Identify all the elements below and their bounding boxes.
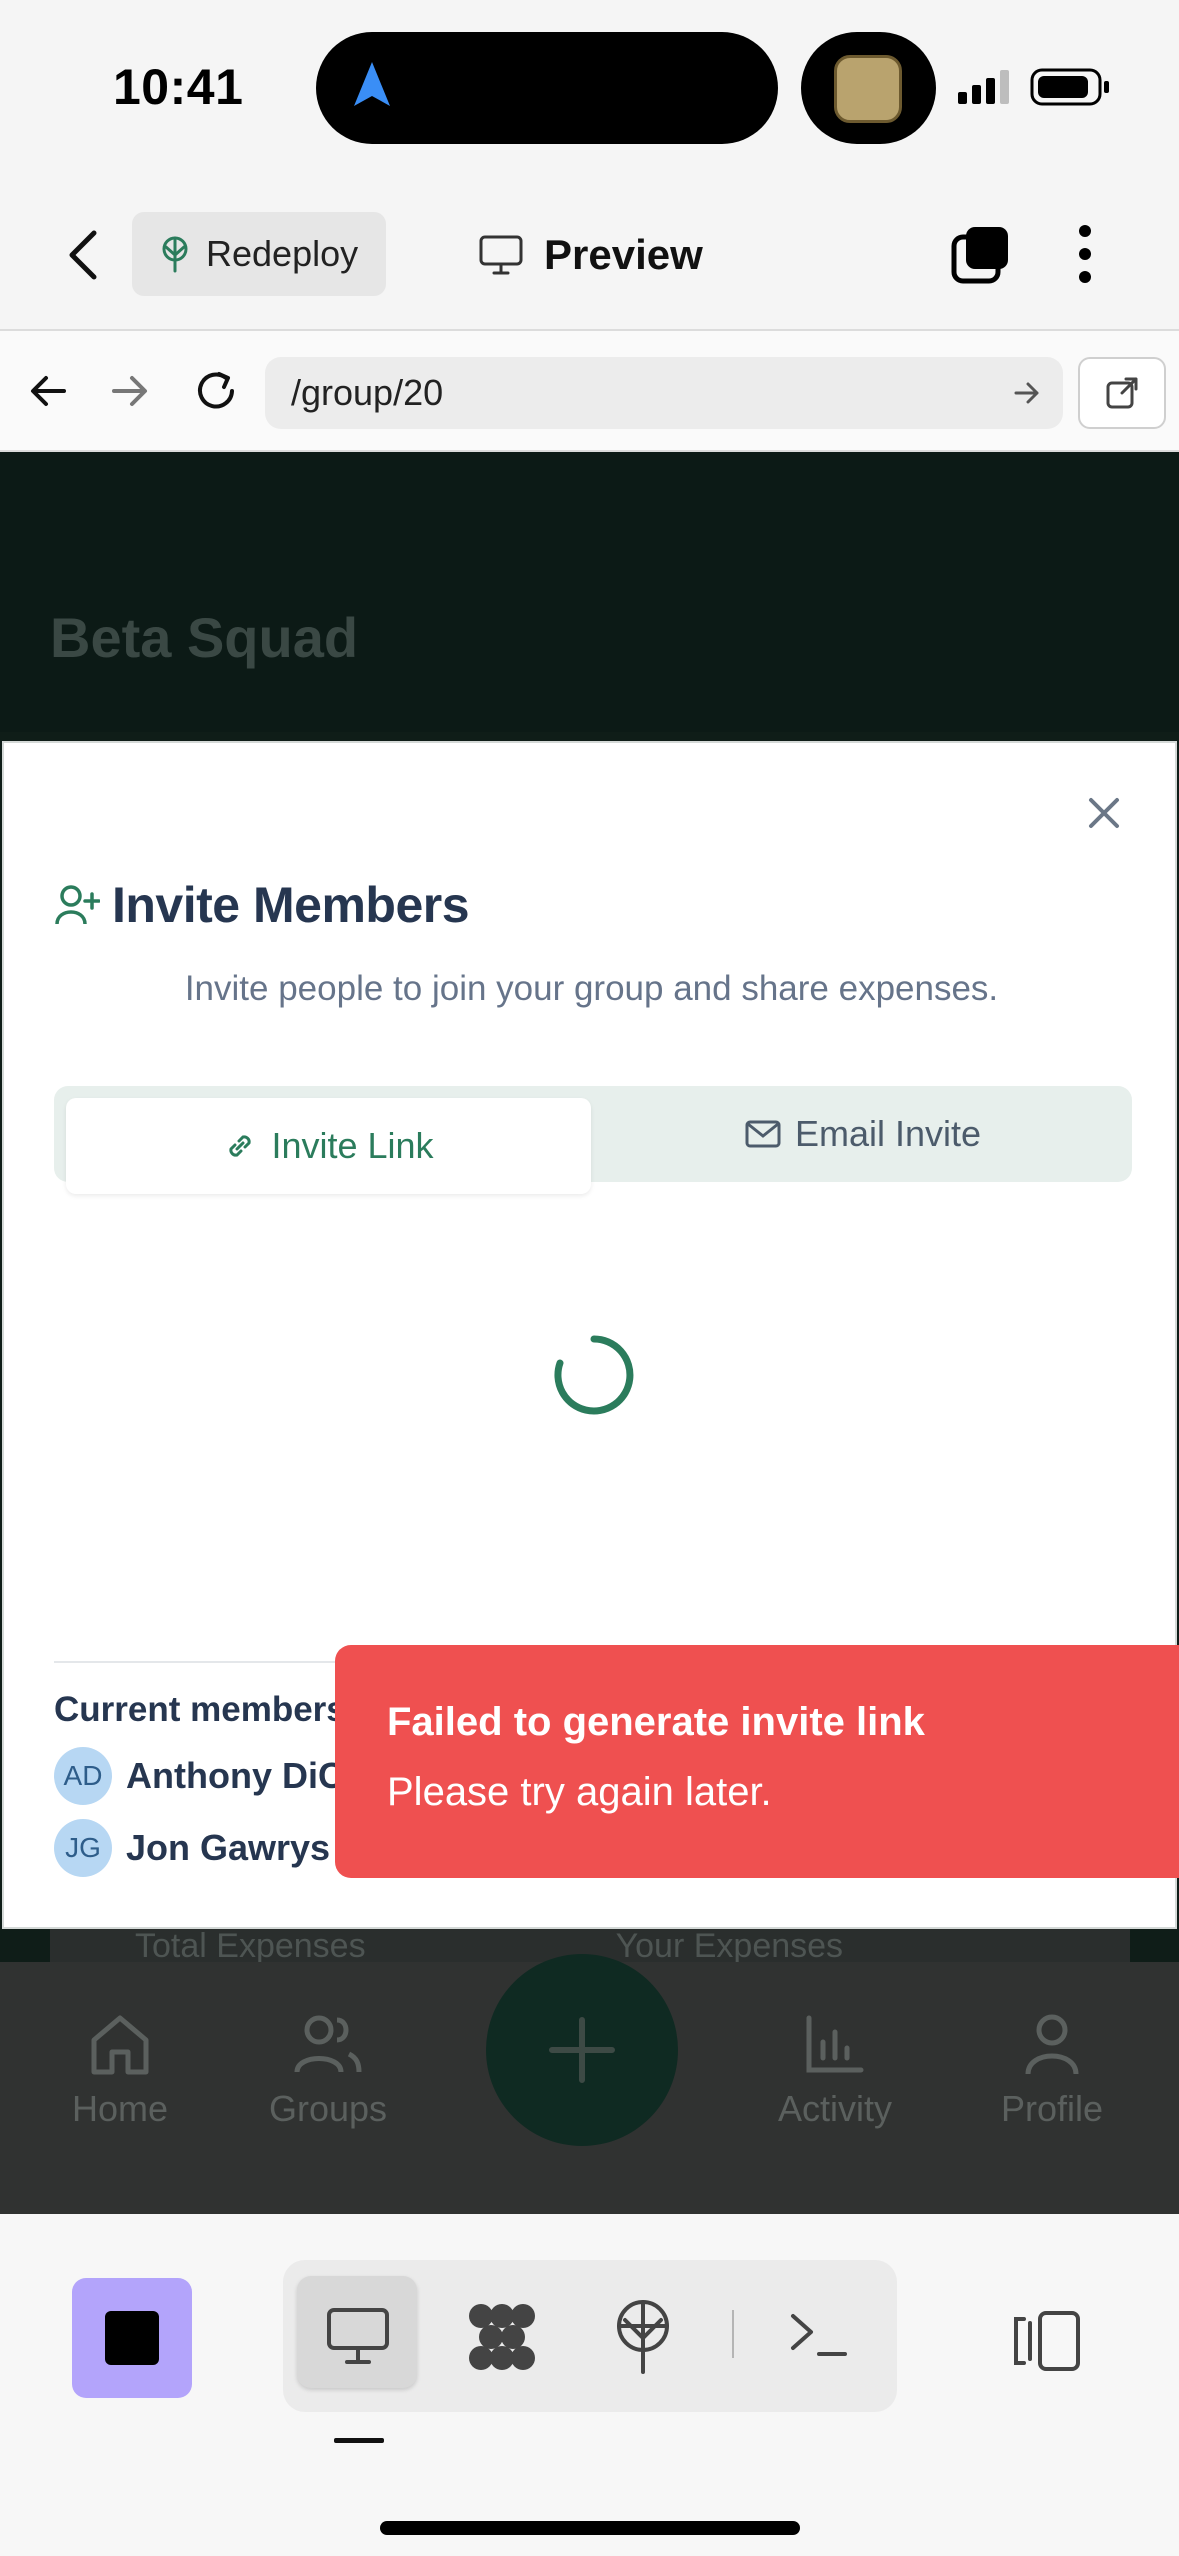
loading-spinner-icon (554, 1335, 634, 1415)
redeploy-button[interactable]: Redeploy (132, 212, 386, 296)
close-icon[interactable] (1086, 795, 1122, 831)
modal-header: Invite Members (54, 876, 470, 934)
url-text: /group/20 (291, 372, 444, 413)
avatar: JG (54, 1819, 112, 1877)
groups-icon (294, 2015, 362, 2073)
home-indicator (380, 2521, 800, 2535)
avatar: AD (54, 1747, 112, 1805)
more-options-icon[interactable] (1070, 223, 1100, 285)
nav-activity-label: Activity (777, 2088, 892, 2129)
modal-title: Invite Members (112, 877, 470, 933)
tool-separator (732, 2310, 734, 2358)
bottom-toolbar (0, 2214, 1179, 2556)
active-tool-indicator (334, 2438, 384, 2443)
battery-icon (1030, 68, 1109, 106)
redeploy-label: Redeploy (206, 233, 359, 274)
signal-icon (958, 70, 1009, 104)
external-link-icon (1106, 377, 1138, 409)
nav-profile[interactable]: Profile (962, 2012, 1142, 2130)
monitor-icon (479, 235, 523, 275)
side-panel-icon[interactable] (1010, 2309, 1082, 2373)
navigation-arrow-icon (354, 62, 390, 106)
status-time: 10:41 (113, 59, 244, 115)
url-field[interactable]: /group/20 (265, 357, 1063, 429)
mail-icon (745, 1120, 781, 1148)
nav-profile-label: Profile (1000, 2088, 1104, 2129)
open-external-button[interactable] (1078, 357, 1166, 429)
deploy-globe-icon[interactable] (613, 2298, 673, 2374)
invite-tabs: Invite Link Email Invite (54, 1086, 1132, 1194)
terminal-icon[interactable] (789, 2310, 849, 2360)
toast-title: Failed to generate invite link (387, 1700, 925, 1744)
nav-groups[interactable]: Groups (238, 2012, 418, 2130)
nav-groups-label: Groups (268, 2088, 388, 2129)
tab-email-invite[interactable]: Email Invite (594, 1098, 1132, 1170)
preview-tab[interactable]: Preview (478, 225, 703, 285)
group-hero: Beta Squad (0, 452, 1179, 732)
go-arrow-icon[interactable] (1013, 379, 1041, 407)
status-bar: 10:41 (0, 0, 1179, 175)
plus-icon (549, 2017, 615, 2083)
browser-back-icon[interactable] (28, 371, 68, 411)
toast-message: Please try again later. (387, 1770, 772, 1814)
stop-button[interactable] (72, 2278, 192, 2398)
group-title: Beta Squad (50, 606, 359, 669)
nav-home-label: Home (71, 2088, 169, 2129)
nav-activity[interactable]: Activity (745, 2012, 925, 2130)
stop-square-icon (105, 2311, 159, 2365)
back-chevron-icon[interactable] (60, 227, 110, 283)
tool-switcher (283, 2260, 897, 2412)
modal-description: Invite people to join your group and sha… (184, 969, 999, 1008)
app-header: Redeploy Preview (0, 175, 1179, 331)
tab-email-invite-label: Email Invite (794, 1113, 982, 1154)
bottom-nav: Home Groups Activity Profile (0, 1954, 1179, 2214)
tab-invite-link[interactable]: Invite Link (66, 1098, 591, 1194)
home-icon (91, 2015, 149, 2075)
member-row: JG Jon Gawrys (54, 1819, 330, 1877)
nav-home[interactable]: Home (30, 2012, 210, 2130)
activity-chart-icon (806, 2015, 864, 2073)
tabs-icon[interactable] (950, 223, 1012, 285)
monitor-icon[interactable] (325, 2306, 391, 2366)
member-name: Jon Gawrys (126, 1827, 331, 1868)
browser-bar: /group/20 (0, 331, 1179, 452)
add-expense-fab[interactable] (486, 1954, 678, 2146)
error-toast[interactable]: Failed to generate invite link Please tr… (335, 1645, 1179, 1878)
album-art-thumbnail (834, 55, 902, 123)
workflow-grid-icon[interactable] (465, 2300, 539, 2374)
current-members-heading: Current members (54, 1690, 346, 1729)
browser-forward-icon[interactable] (110, 371, 150, 411)
deploy-tree-icon (162, 236, 188, 273)
link-icon (229, 1135, 252, 1157)
preview-label: Preview (544, 231, 703, 278)
tab-invite-link-label: Invite Link (271, 1125, 434, 1166)
profile-icon (1025, 2014, 1079, 2075)
reload-icon[interactable] (192, 367, 240, 415)
user-plus-icon (55, 885, 100, 925)
